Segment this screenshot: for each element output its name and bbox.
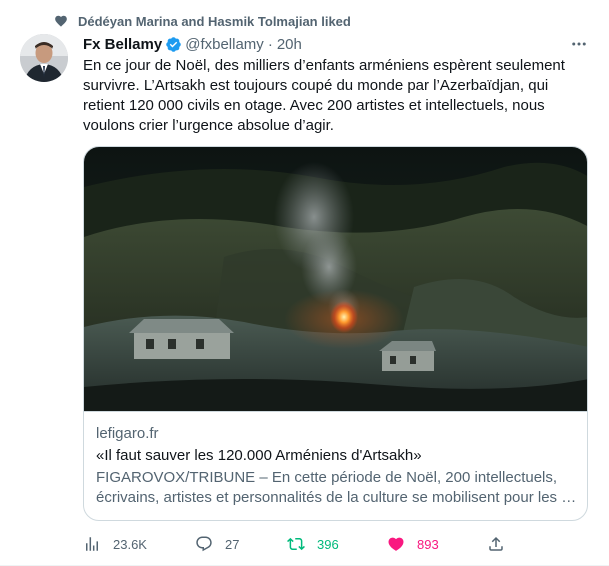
social-context: Dédéyan Marina and Hasmik Tolmajian like…: [55, 12, 351, 30]
card-domain: lefigaro.fr: [96, 425, 159, 442]
retweet-icon: [287, 537, 305, 551]
house-left: [129, 319, 234, 359]
reply-icon: [196, 536, 212, 552]
action-bar: 23.6K 27 396 893: [83, 533, 523, 555]
retweet-button[interactable]: 396: [287, 533, 339, 555]
like-button[interactable]: 893: [387, 533, 439, 555]
reply-count: 27: [225, 536, 240, 552]
reply-button[interactable]: 27: [195, 533, 239, 555]
avatar[interactable]: [20, 34, 68, 82]
social-context-text[interactable]: Dédéyan Marina and Hasmik Tolmajian like…: [78, 14, 351, 29]
house-right: [379, 341, 436, 371]
like-count: 893: [417, 536, 439, 552]
share-button[interactable]: [487, 533, 505, 555]
card-meta: lefigaro.fr «Il faut sauver les 120.000 …: [84, 411, 587, 508]
retweet-count: 396: [317, 536, 339, 552]
views-count: 23.6K: [113, 536, 147, 552]
separator-dot: ·: [267, 35, 273, 53]
author-name[interactable]: Fx Bellamy: [83, 36, 162, 53]
analytics-icon: [86, 537, 98, 551]
author-handle[interactable]: @fxbellamy: [185, 36, 264, 53]
card-description: FIGAROVOX/TRIBUNE – En cette période de …: [96, 469, 577, 506]
heart-icon: [55, 15, 67, 27]
tweet-timestamp[interactable]: 20h: [277, 36, 302, 53]
tweet[interactable]: Dédéyan Marina and Hasmik Tolmajian like…: [0, 0, 609, 566]
more-options-button[interactable]: [569, 34, 589, 54]
tweet-text: En ce jour de Noël, des milliers d’enfan…: [83, 57, 565, 134]
heart-filled-icon: [388, 537, 404, 551]
link-card[interactable]: lefigaro.fr «Il faut sauver les 120.000 …: [83, 146, 588, 521]
views-button[interactable]: 23.6K: [83, 533, 147, 555]
card-image: [84, 147, 587, 411]
card-title[interactable]: «Il faut sauver les 120.000 Arméniens d'…: [96, 446, 577, 466]
more-dots-icon: [572, 42, 586, 46]
share-icon: [489, 536, 503, 551]
tweet-header: Fx Bellamy @fxbellamy · 20h: [83, 34, 589, 54]
verified-badge-icon: [166, 36, 181, 52]
